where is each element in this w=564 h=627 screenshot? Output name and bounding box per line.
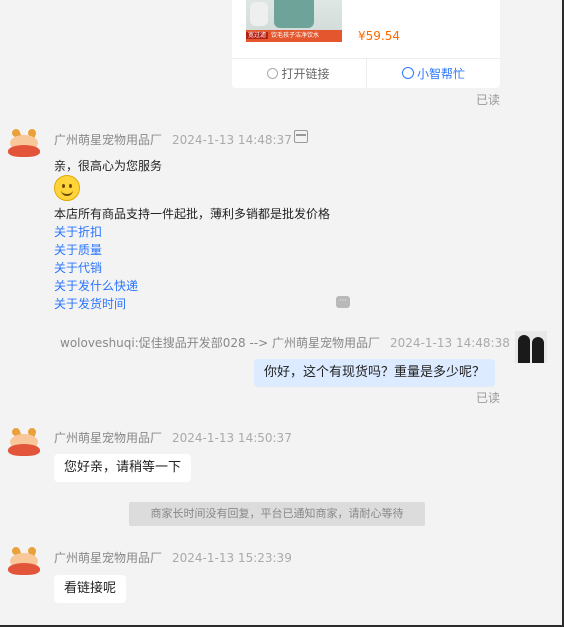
message-bubble: 看链接呢	[54, 575, 127, 603]
read-status: 已读	[476, 391, 501, 405]
faq-link[interactable]: 关于折扣	[54, 223, 102, 240]
shop-avatar[interactable]	[8, 426, 40, 458]
card-actions: 打开链接 小智帮忙	[232, 58, 500, 89]
product-banner: 宽过滤 饮毛孩子洁净饮水	[246, 30, 342, 42]
message-meta: woloveshuqi:促佳搜品开发部028 --> 广州萌星宠物用品厂 2024…	[60, 334, 510, 351]
water-fountain-figure	[274, 0, 314, 28]
message-bubble: 你好，这个有现货吗？重量是多少呢？	[254, 359, 496, 387]
smile-emoji-icon	[54, 175, 80, 201]
message-bubble: 您好亲，请稍等一下	[54, 454, 192, 482]
sender-name: woloveshuqi:促佳搜品开发部028 --> 广州萌星宠物用品厂	[60, 336, 381, 350]
open-link-label: 打开链接	[281, 67, 330, 81]
faq-link[interactable]: 关于代销	[54, 259, 102, 276]
open-link-button[interactable]: 打开链接	[232, 59, 365, 89]
sender-name: 广州萌星宠物用品厂	[54, 551, 163, 565]
message-time: 2024-1-13 14:48:37	[172, 133, 292, 147]
system-notice: 商家长时间没有回复，平台已通知商家，请耐心等待	[129, 502, 425, 526]
banner-text: 饮毛孩子洁净饮水	[271, 32, 320, 39]
product-card[interactable]: 宽过滤 饮毛孩子洁净饮水 ¥59.54 打开链接 小智帮忙	[232, 0, 500, 89]
smart-helper-button[interactable]: 小智帮忙	[366, 59, 500, 89]
smart-helper-label: 小智帮忙	[416, 67, 465, 81]
faq-link[interactable]: 关于发什么快递	[54, 277, 138, 294]
sender-name: 广州萌星宠物用品厂	[54, 431, 163, 445]
message-meta: 广州萌星宠物用品厂 2024-1-13 14:48:37	[54, 131, 292, 148]
message-meta: 广州萌星宠物用品厂 2024-1-13 14:50:37	[54, 429, 292, 446]
message-time: 2024-1-13 14:48:38	[390, 336, 510, 350]
read-status: 已读	[476, 93, 501, 107]
smart-helper-icon	[401, 67, 414, 79]
message-time: 2024-1-13 15:23:39	[172, 551, 292, 565]
shop-avatar[interactable]	[8, 545, 40, 577]
product-price: ¥59.54	[358, 29, 400, 43]
shop-avatar[interactable]	[8, 127, 40, 159]
message-meta: 广州萌星宠物用品厂 2024-1-13 15:23:39	[54, 549, 292, 566]
banner-tag: 宽过滤	[246, 32, 269, 39]
sender-name: 广州萌星宠物用品厂	[54, 133, 163, 147]
user-avatar[interactable]	[515, 331, 547, 363]
faq-link[interactable]: 关于质量	[54, 241, 102, 258]
message-time: 2024-1-13 14:50:37	[172, 431, 292, 445]
faq-link[interactable]: 关于发货时间	[54, 295, 126, 312]
cat-figure	[250, 2, 268, 26]
message-text: 本店所有商品支持一件起批，薄利多销都是批发价格	[54, 207, 331, 221]
more-icon[interactable]: ···	[336, 296, 350, 308]
message-text: 亲，很高心为您服务	[54, 159, 163, 173]
link-icon	[267, 68, 279, 79]
store-icon[interactable]	[294, 130, 308, 143]
